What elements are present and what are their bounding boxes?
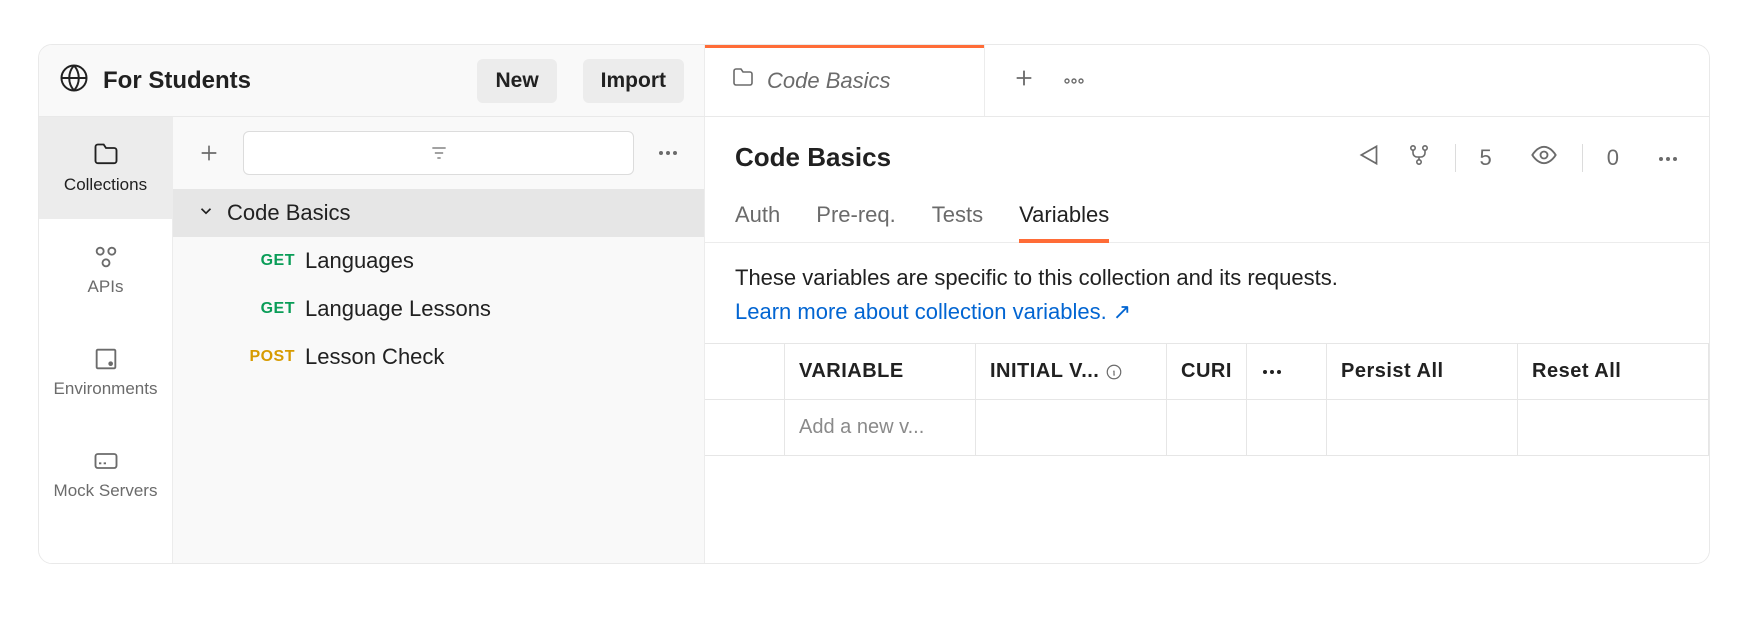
collection-icon: [731, 66, 755, 95]
mock-servers-icon: [92, 447, 120, 475]
nav-collections[interactable]: Collections: [39, 117, 172, 219]
variables-table: VARIABLE INITIAL V... CURI Persist All R…: [705, 343, 1709, 456]
fork-icon[interactable]: [1407, 143, 1431, 172]
nav-label: Environments: [54, 379, 158, 399]
tab-strip: Code Basics: [705, 45, 1709, 116]
add-variable-input[interactable]: Add a new v...: [785, 400, 976, 456]
persist-all-button[interactable]: Persist All: [1327, 344, 1518, 400]
main-panel: Code Basics 5 0: [705, 117, 1709, 563]
environments-icon: [92, 345, 120, 373]
filter-icon: [429, 143, 449, 163]
col-variable: VARIABLE: [785, 344, 976, 400]
checkbox-cell[interactable]: [705, 400, 785, 456]
tab-auth[interactable]: Auth: [735, 192, 780, 242]
watch-count: 0: [1607, 145, 1619, 171]
collection-row[interactable]: Code Basics: [173, 189, 704, 237]
nav-apis[interactable]: APIs: [39, 219, 172, 321]
collection-name: Code Basics: [227, 200, 351, 226]
reset-all-button[interactable]: Reset All: [1518, 344, 1709, 400]
tab-label: Code Basics: [767, 68, 891, 94]
page-title[interactable]: Code Basics: [735, 142, 1333, 173]
app-window: For Students New Import Code Basics: [38, 44, 1710, 564]
learn-more-link[interactable]: Learn more about collection variables. ↗: [735, 299, 1131, 325]
nav-label: APIs: [88, 277, 124, 297]
create-collection-button[interactable]: [189, 133, 229, 173]
info-icon: [1105, 363, 1123, 381]
col-initial-value: INITIAL V...: [976, 344, 1167, 400]
tab-prereq[interactable]: Pre-req.: [816, 192, 895, 242]
workspace-header: For Students New Import: [39, 45, 705, 116]
checkbox-column: [705, 344, 785, 400]
more-options-button[interactable]: [1657, 149, 1679, 167]
method-badge: GET: [243, 300, 295, 318]
request-name: Lesson Check: [305, 344, 444, 370]
initial-value-cell[interactable]: [976, 400, 1167, 456]
filter-input[interactable]: [243, 131, 634, 175]
chevron-down-icon: [197, 200, 215, 226]
tab-options-button[interactable]: [1063, 72, 1085, 90]
watch-icon[interactable]: [1530, 141, 1558, 174]
globe-icon: [59, 63, 89, 98]
external-link-icon: ↗: [1113, 299, 1131, 325]
request-name: Language Lessons: [305, 296, 491, 322]
workspace-name[interactable]: For Students: [103, 67, 251, 95]
request-row[interactable]: GET Languages: [173, 237, 704, 285]
collections-icon: [92, 141, 120, 169]
nav-mock-servers[interactable]: Mock Servers: [39, 423, 172, 525]
nav-sidebar: Collections APIs Environments: [39, 117, 173, 563]
share-icon[interactable]: [1357, 142, 1383, 173]
new-tab-button[interactable]: [1013, 67, 1035, 94]
nav-label: Collections: [64, 175, 147, 195]
apis-icon: [92, 243, 120, 271]
method-badge: GET: [243, 252, 295, 270]
col-current-value: CURI: [1167, 344, 1247, 400]
collections-pane: Code Basics GET Languages GET Language L…: [173, 117, 705, 563]
current-value-cell[interactable]: [1167, 400, 1247, 456]
request-row[interactable]: POST Lesson Check: [173, 333, 704, 381]
variables-description: These variables are specific to this col…: [735, 265, 1679, 291]
tab-code-basics[interactable]: Code Basics: [705, 45, 985, 116]
nav-environments[interactable]: Environments: [39, 321, 172, 423]
tab-variables[interactable]: Variables: [1019, 192, 1109, 242]
collections-options-button[interactable]: [648, 133, 688, 173]
top-bar: For Students New Import Code Basics: [39, 45, 1709, 117]
request-row[interactable]: GET Language Lessons: [173, 285, 704, 333]
nav-label: Mock Servers: [54, 481, 158, 501]
request-name: Languages: [305, 248, 414, 274]
sub-tabs: Auth Pre-req. Tests Variables: [705, 192, 1709, 243]
tab-tests[interactable]: Tests: [932, 192, 983, 242]
fork-count: 5: [1480, 145, 1492, 171]
col-options[interactable]: [1247, 344, 1327, 400]
import-button[interactable]: Import: [583, 59, 684, 103]
method-badge: POST: [243, 348, 295, 366]
new-button[interactable]: New: [477, 59, 556, 103]
